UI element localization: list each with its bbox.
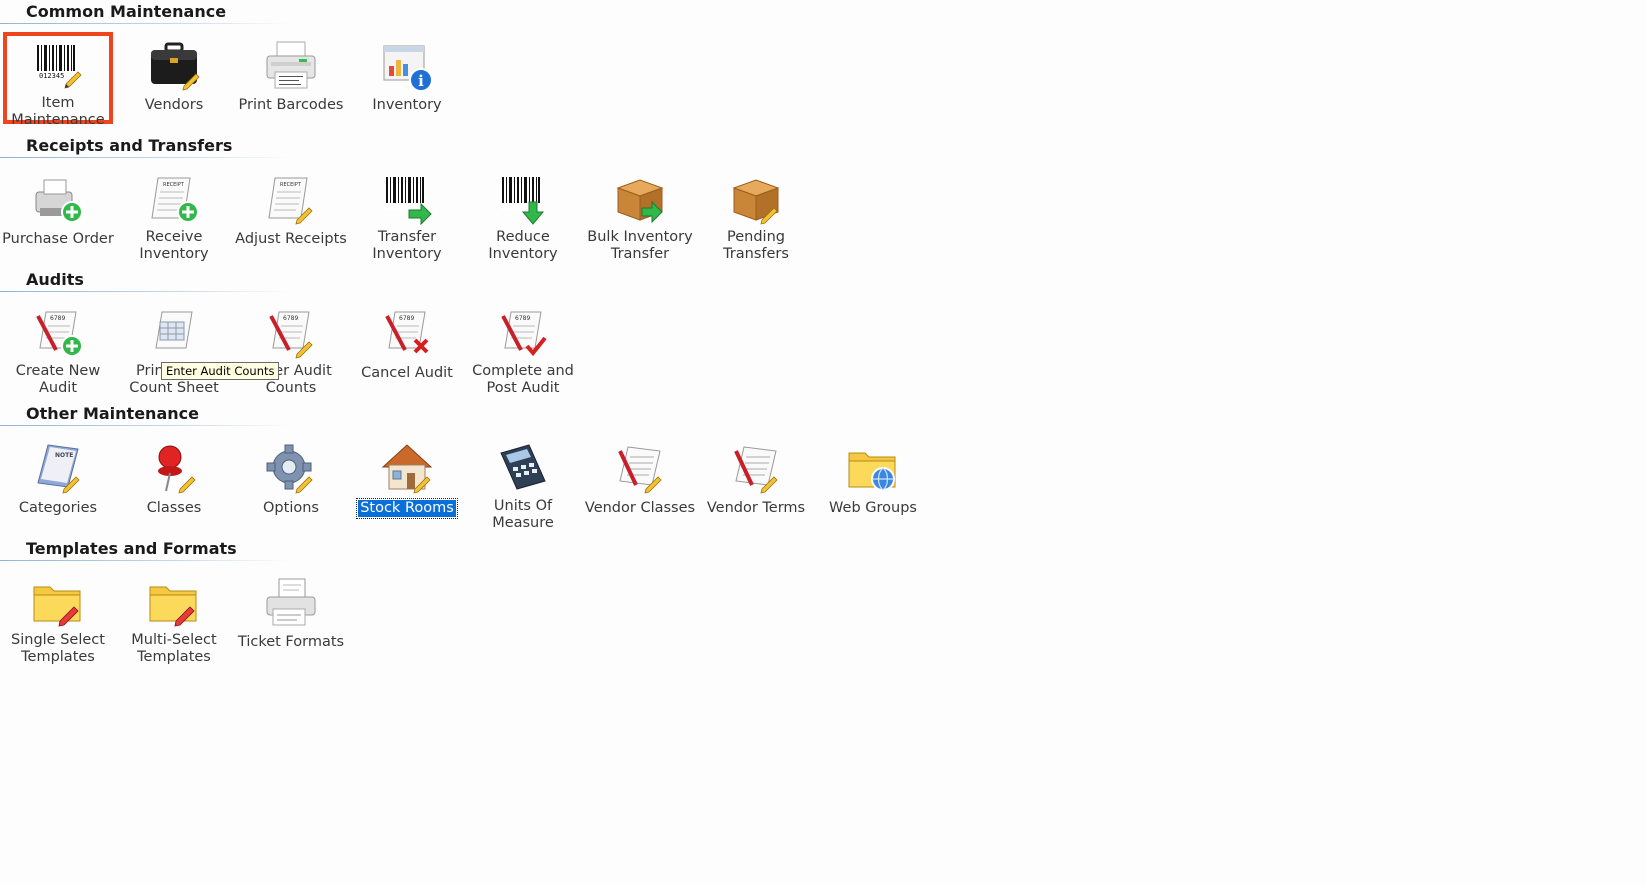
tile-label: Item Maintenance bbox=[11, 95, 105, 128]
tile-classes[interactable]: Classes bbox=[114, 437, 234, 529]
house-icon bbox=[381, 444, 433, 494]
section-title-common-maintenance: Common Maintenance bbox=[26, 2, 227, 21]
tile-label: Complete and Post Audit bbox=[472, 363, 574, 396]
tile-label: Bulk Inventory Transfer bbox=[587, 229, 693, 262]
box-transfer-icon bbox=[616, 179, 664, 224]
document-pencil-icon bbox=[618, 446, 662, 494]
tile-label: Options bbox=[263, 500, 319, 516]
folder-edit-icon bbox=[33, 586, 81, 627]
tile-label: Classes bbox=[146, 500, 202, 516]
section-divider bbox=[0, 23, 290, 24]
barcode-transfer-icon bbox=[385, 176, 432, 226]
svg-text:6789: 6789 bbox=[283, 315, 298, 322]
receipt-edit-icon: RECEIPT bbox=[268, 177, 313, 225]
tile-label: Stock Rooms bbox=[356, 498, 458, 519]
tile-options[interactable]: Options bbox=[231, 437, 351, 529]
tile-label: Purchase Order bbox=[2, 231, 114, 247]
audit-complete-icon: 6789 bbox=[501, 311, 547, 357]
box-pending-icon bbox=[732, 179, 780, 225]
section-divider bbox=[0, 425, 290, 426]
section-divider bbox=[0, 157, 290, 158]
tile-vendor-classes[interactable]: Vendor Classes bbox=[580, 437, 700, 529]
svg-text:NOTE: NOTE bbox=[55, 452, 73, 459]
tile-pending-transfers[interactable]: Pending Transfers bbox=[696, 168, 816, 262]
tile-label: Adjust Receipts bbox=[235, 231, 347, 247]
audit-cancel-icon: 6789 bbox=[385, 311, 429, 354]
tile-label: Pending Transfers bbox=[723, 229, 789, 262]
tile-create-new-audit[interactable]: 6789 Create New Audit bbox=[0, 302, 118, 396]
notepad-icon: NOTE bbox=[37, 444, 80, 494]
tile-label: Web Groups bbox=[829, 500, 917, 516]
section-divider bbox=[0, 291, 290, 292]
barcode-icon: 012345 bbox=[36, 44, 82, 89]
tile-label: Print Barcodes bbox=[238, 97, 344, 113]
calculator-icon bbox=[500, 444, 546, 490]
tile-item-maintenance[interactable]: 012345 Item Maintenance bbox=[3, 32, 113, 128]
tile-label: Transfer Inventory bbox=[372, 229, 442, 262]
section-title-receipts-and-transfers: Receipts and Transfers bbox=[26, 136, 233, 155]
tile-label: Vendors bbox=[144, 97, 204, 113]
tile-cancel-audit[interactable]: 6789 Cancel Audit bbox=[347, 302, 467, 394]
tile-transfer-inventory[interactable]: Transfer Inventory bbox=[347, 168, 467, 262]
tile-label: Ticket Formats bbox=[237, 634, 345, 650]
tile-vendor-terms[interactable]: Vendor Terms bbox=[696, 437, 816, 529]
tile-label: Reduce Inventory bbox=[488, 229, 558, 262]
tile-web-groups[interactable]: Web Groups bbox=[813, 437, 933, 529]
tile-units-of-measure[interactable]: Units Of Measure bbox=[463, 437, 583, 531]
tile-purchase-order[interactable]: Purchase Order bbox=[0, 168, 118, 260]
audit-edit-icon: 6789 bbox=[269, 311, 313, 359]
tile-receive-inventory[interactable]: RECEIPT Receive Inventory bbox=[114, 168, 234, 262]
tile-label: Vendor Terms bbox=[706, 500, 806, 516]
ticket-printer-icon bbox=[266, 578, 316, 626]
svg-text:6789: 6789 bbox=[50, 315, 65, 322]
tooltip: Enter Audit Counts bbox=[161, 362, 280, 380]
printer-icon bbox=[266, 41, 316, 89]
tile-label: Units Of Measure bbox=[492, 498, 554, 531]
document-pencil-icon bbox=[734, 446, 778, 494]
tile-stock-rooms[interactable]: Stock Rooms bbox=[347, 437, 467, 529]
purchase-order-icon bbox=[35, 179, 83, 223]
tile-print-audit-count-sheet[interactable]: Print Audit Count Sheet bbox=[114, 302, 234, 396]
tile-ticket-formats[interactable]: Ticket Formats bbox=[231, 571, 351, 663]
svg-text:RECEIPT: RECEIPT bbox=[163, 182, 185, 188]
tile-complete-and-post-audit[interactable]: 6789 Complete and Post Audit bbox=[463, 302, 583, 396]
tile-label: Cancel Audit bbox=[361, 365, 453, 381]
receipt-add-icon: RECEIPT bbox=[151, 177, 199, 223]
tile-single-select-templates[interactable]: Single Select Templates bbox=[0, 571, 118, 665]
svg-text:012345: 012345 bbox=[39, 72, 64, 80]
folder-edit-icon bbox=[149, 586, 197, 627]
tile-label: Multi-Select Templates bbox=[131, 632, 217, 665]
tile-enter-audit-counts[interactable]: 6789 Enter Audit Counts bbox=[231, 302, 351, 396]
svg-text:6789: 6789 bbox=[399, 315, 414, 322]
tile-label: Receive Inventory bbox=[139, 229, 209, 262]
tile-label: Categories bbox=[18, 500, 98, 516]
tile-label: Vendor Classes bbox=[584, 500, 696, 516]
pushpin-icon bbox=[158, 445, 196, 494]
section-title-audits: Audits bbox=[26, 270, 84, 289]
svg-text:RECEIPT: RECEIPT bbox=[280, 182, 302, 188]
tile-label: Create New Audit bbox=[15, 363, 101, 396]
tile-inventory[interactable]: i Inventory bbox=[347, 34, 467, 126]
audit-add-icon: 6789 bbox=[36, 311, 83, 357]
audit-print-icon bbox=[155, 311, 193, 349]
section-divider bbox=[0, 560, 290, 561]
folder-globe-icon bbox=[848, 452, 896, 491]
tile-categories[interactable]: NOTE Categories bbox=[0, 437, 118, 529]
section-title-templates-and-formats: Templates and Formats bbox=[26, 539, 237, 558]
inventory-info-icon: i bbox=[383, 45, 433, 92]
svg-text:6789: 6789 bbox=[515, 315, 530, 322]
svg-text:i: i bbox=[418, 72, 424, 90]
tile-print-barcodes[interactable]: Print Barcodes bbox=[231, 34, 351, 126]
section-title-other-maintenance: Other Maintenance bbox=[26, 404, 199, 423]
tile-vendors[interactable]: Vendors bbox=[114, 34, 234, 126]
tile-adjust-receipts[interactable]: RECEIPT Adjust Receipts bbox=[231, 168, 351, 260]
briefcase-icon bbox=[151, 42, 200, 91]
tile-reduce-inventory[interactable]: Reduce Inventory bbox=[463, 168, 583, 262]
tile-label: Inventory bbox=[372, 97, 442, 113]
tile-label: Single Select Templates bbox=[11, 632, 105, 665]
barcode-reduce-icon bbox=[501, 176, 545, 225]
gear-icon bbox=[266, 444, 313, 494]
tile-bulk-inventory-transfer[interactable]: Bulk Inventory Transfer bbox=[580, 168, 700, 262]
tile-multi-select-templates[interactable]: Multi-Select Templates bbox=[114, 571, 234, 665]
